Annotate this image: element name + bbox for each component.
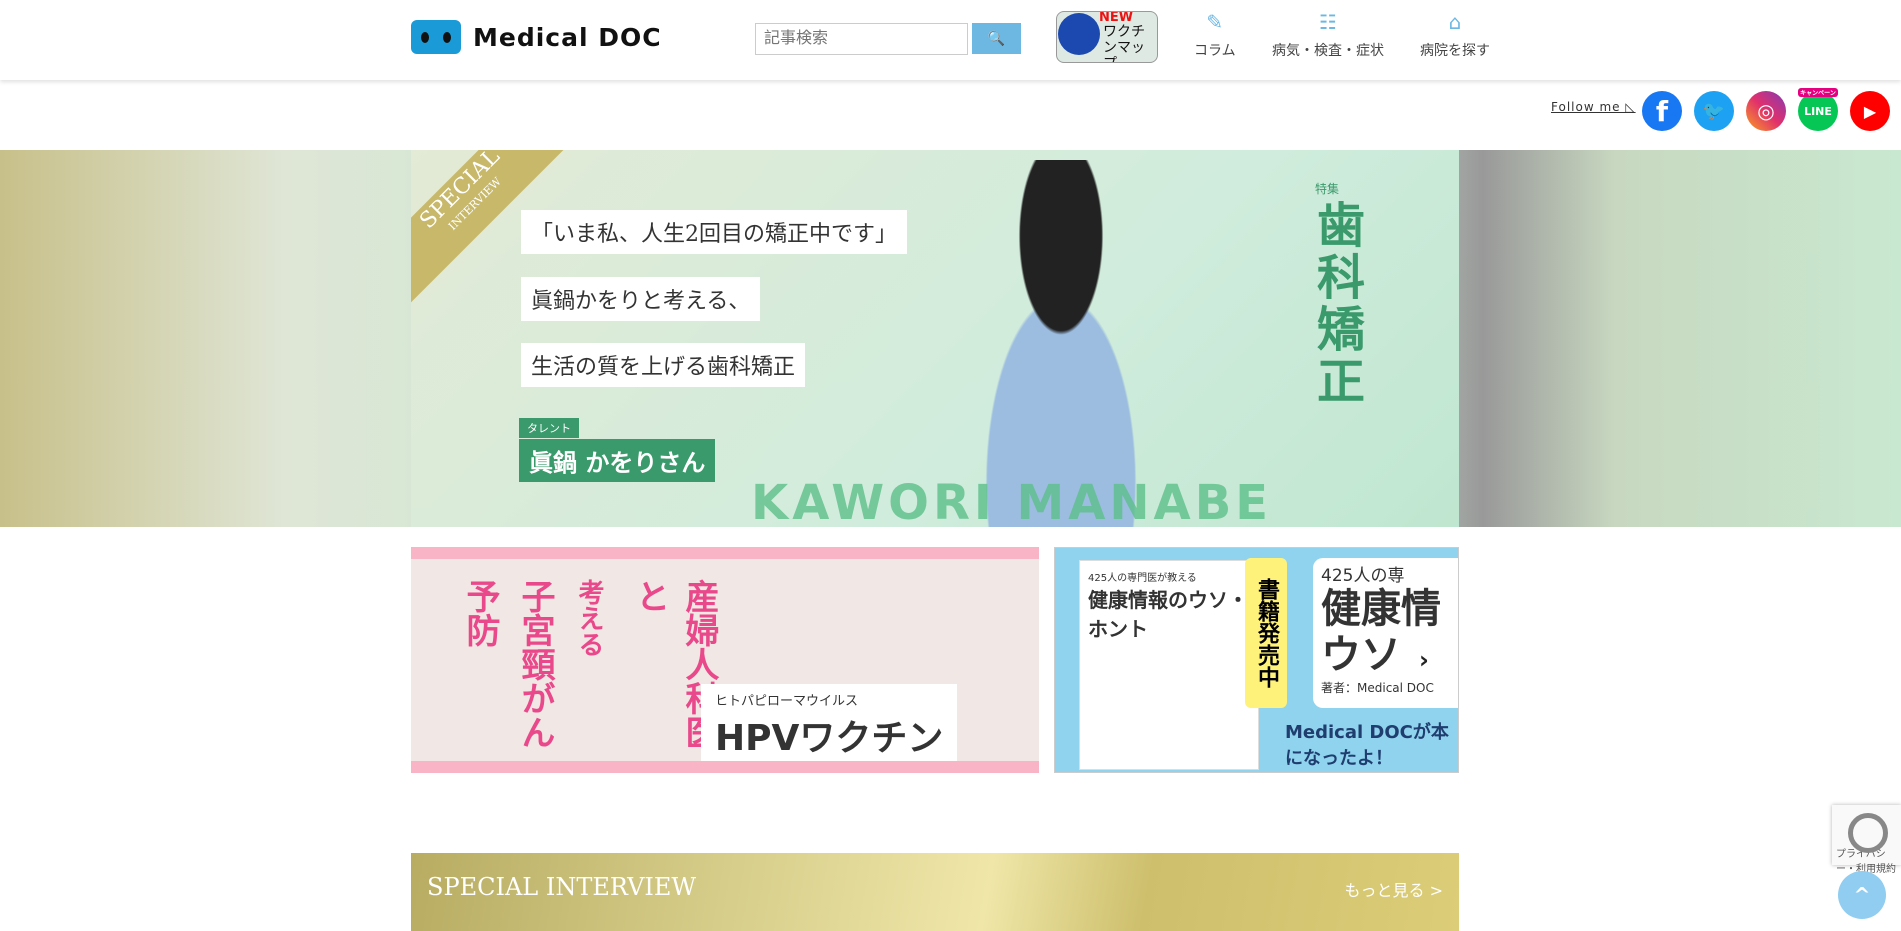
- new-badge: NEW: [1099, 11, 1134, 25]
- nav-column[interactable]: ✎ コラム: [1194, 10, 1236, 60]
- hero-headline: 「いま私、人生2回目の矯正中です」: [521, 210, 907, 254]
- line-glyph: LINE: [1804, 104, 1832, 118]
- nav-label: 病気・検査・症状: [1272, 43, 1384, 59]
- hero-banner[interactable]: SPECIAL INTERVIEW 「いま私、人生2回目の矯正中です」 眞鍋かをり…: [411, 150, 1459, 527]
- line-icon[interactable]: LINE キャンペーン: [1798, 88, 1838, 131]
- follow-me-label: Follow me ◺: [1551, 100, 1636, 114]
- hpv-sub: ヒトパピローマウイルス: [715, 694, 859, 709]
- recaptcha-badge[interactable]: プライバシー・利用規約: [1832, 805, 1901, 875]
- nav-label: コラム: [1194, 43, 1236, 59]
- nav-hospital[interactable]: ⌂ 病院を探す: [1420, 10, 1490, 60]
- hero-headline: 眞鍋かをりと考える、: [521, 277, 761, 321]
- feature-label: 特集: [1315, 182, 1340, 196]
- checklist-icon: ☷: [1319, 10, 1337, 34]
- banner-text: 考える: [574, 579, 604, 657]
- twitter-icon[interactable]: 🐦: [1694, 91, 1734, 131]
- banner-text: 子宮頸がん: [515, 579, 555, 749]
- section-title: SPECIAL INTERVIEW: [427, 873, 697, 901]
- vaccine-map-label: ワクチンマップ: [1103, 24, 1145, 62]
- guest-name-en: KAWORI MANABE: [751, 475, 1273, 527]
- feature-title: 歯科矯正: [1308, 200, 1364, 408]
- cover-sub: 425人の専門医が教える: [1088, 573, 1197, 584]
- see-more-link[interactable]: もっと見る >: [1345, 877, 1444, 901]
- talent-label: タレント: [519, 418, 579, 438]
- hero-headline: 生活の質を上げる歯科矯正: [521, 343, 806, 387]
- hpv-title-text: HPVワクチン: [715, 718, 944, 759]
- syringe-pin-icon: [1058, 13, 1100, 55]
- guest-photo: [931, 160, 1191, 527]
- banner-text: 予防: [460, 579, 500, 647]
- author: 著者：Medical DOC: [1321, 681, 1434, 695]
- header: Medical DOC 🔍 NEWワクチンマップ ✎コラム ☷病気・検査・症状 …: [0, 0, 1901, 80]
- feather-icon: ✎: [1206, 10, 1224, 34]
- hospital-icon: ⌂: [1448, 10, 1462, 34]
- search-button[interactable]: 🔍: [972, 23, 1021, 54]
- logo-mark-icon: [411, 20, 461, 54]
- nav-label: 病院を探す: [1420, 43, 1490, 59]
- book-title-block: 425人の専 健康情 ウソ 著者：Medical DOC: [1313, 558, 1458, 708]
- youtube-icon[interactable]: ▶: [1850, 91, 1890, 131]
- special-interview-header: SPECIAL INTERVIEW もっと見る >: [411, 853, 1459, 931]
- campaign-badge: キャンペーン: [1798, 88, 1838, 97]
- facebook-icon[interactable]: f: [1642, 91, 1682, 131]
- hero-carousel[interactable]: SPECIAL INTERVIEW 「いま私、人生2回目の矯正中です」 眞鍋かをり…: [0, 150, 1901, 527]
- nav-disease[interactable]: ☷ 病気・検査・症状: [1272, 10, 1384, 60]
- search-input[interactable]: [755, 23, 968, 55]
- guest-name: 眞鍋 かをりさん: [519, 439, 716, 482]
- back-to-top-button[interactable]: ^: [1838, 871, 1886, 919]
- book-cover: 425人の専門医が教える健康情報のウソ・ホント: [1079, 560, 1259, 770]
- on-sale-tag: 書籍発売中: [1245, 558, 1287, 708]
- instagram-icon[interactable]: ◎: [1746, 91, 1786, 131]
- hpv-title: ヒトパピローマウイルス HPVワクチン: [701, 684, 958, 761]
- big-sub: 425人の専: [1321, 566, 1405, 586]
- cover-title: 健康情報のウソ・ホント: [1088, 588, 1248, 641]
- hpv-vaccine-banner[interactable]: 産婦人科医と 考える 子宮頸がん 予防 ヒトパピローマウイルス HPVワクチン: [411, 547, 1039, 773]
- logo[interactable]: Medical DOC: [411, 20, 662, 54]
- carousel-next-button[interactable]: ›: [1404, 640, 1444, 680]
- vaccine-map-link[interactable]: NEWワクチンマップ: [1056, 11, 1158, 63]
- logo-text: Medical DOC: [473, 22, 662, 52]
- book-footer: Medical DOCが本になったよ！: [1285, 722, 1449, 769]
- book-banner[interactable]: 425人の専門医が教える健康情報のウソ・ホント 書籍発売中 425人の専 健康情 …: [1054, 547, 1459, 773]
